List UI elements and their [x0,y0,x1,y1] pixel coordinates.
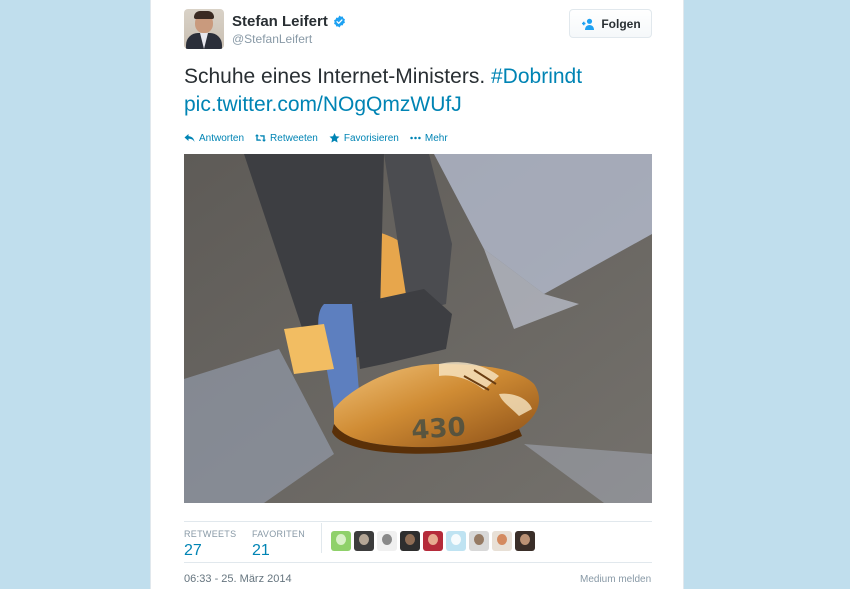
favoriter-avatar[interactable] [446,531,466,551]
favorite-label: Favorisieren [343,132,399,144]
tweet-card: Stefan Leifert @StefanLeifert Folgen Sch… [150,0,684,589]
reply-action[interactable]: Antworten [184,133,244,144]
more-action[interactable]: Mehr [410,133,448,144]
tweet-text-body: Schuhe eines Internet-Ministers. [184,65,486,88]
verified-badge-icon [334,15,345,28]
favoriter-avatar[interactable] [354,531,374,551]
pic-link[interactable]: pic.twitter.com/NOgQmzWUfJ [184,93,462,116]
favoriter-avatar[interactable] [469,531,489,551]
retweet-action[interactable]: Retweeten [255,133,318,144]
favoriter-avatar[interactable] [331,531,351,551]
more-dots-icon [410,136,421,140]
favoriter-avatar[interactable] [400,531,420,551]
favoriter-avatar[interactable] [377,531,397,551]
tweet-photo[interactable]: 430 [184,154,652,503]
more-label: Mehr [424,132,448,144]
follow-button[interactable]: Folgen [569,9,652,38]
author-avatar[interactable] [184,9,224,49]
reply-label: Antworten [199,132,245,144]
favoriter-avatar-face [497,534,507,545]
stats-divider-top [184,521,652,522]
favoriter-avatar-face [451,534,461,545]
tweet-actions: Antworten Retweeten Favorisieren Mehr [184,131,459,145]
favoriter-avatar[interactable] [423,531,443,551]
favorites-stat[interactable]: FAVORITEN 21 [252,529,305,560]
tweet-timestamp[interactable]: 06:33 - 25. März 2014 [184,573,292,585]
follow-button-label: Folgen [601,16,641,31]
favoriter-avatar-face [382,534,392,545]
favoriter-avatar-face [359,534,369,545]
favoriters-list [331,531,535,551]
stats-divider-bottom [184,562,652,563]
retweet-icon [255,134,267,142]
favoriter-avatar-face [405,534,415,545]
favoriter-avatar[interactable] [492,531,512,551]
author-handle[interactable]: @StefanLeifert [232,32,312,46]
shoe-number-text: 430 [410,412,466,446]
favorites-label: FAVORITEN [252,529,306,539]
favorite-action[interactable]: Favorisieren [329,133,399,144]
retweet-label: Retweeten [270,132,318,144]
favoriter-avatar-face [428,534,438,545]
avatar-hair [194,11,214,19]
hashtag-link[interactable]: #Dobrindt [491,65,582,88]
retweets-label: RETWEETS [184,529,237,539]
tweet-text: Schuhe eines Internet-Ministers. #Dobrin… [184,63,654,119]
retweets-stat[interactable]: RETWEETS 27 [184,529,236,560]
shoe-photo-illustration: 430 [184,154,652,503]
stats-separator [321,523,322,553]
reply-icon [184,134,195,142]
favoriter-avatar-face [474,534,484,545]
follow-user-icon [582,18,595,30]
author-name[interactable]: Stefan Leifert [232,13,328,30]
favoriter-avatar-face [520,534,530,545]
star-icon [329,133,340,143]
favoriter-avatar[interactable] [515,531,535,551]
favorites-count: 21 [252,542,270,559]
report-media-link[interactable]: Medium melden [580,574,651,585]
favoriter-avatar-face [336,534,346,545]
retweets-count: 27 [184,542,202,559]
